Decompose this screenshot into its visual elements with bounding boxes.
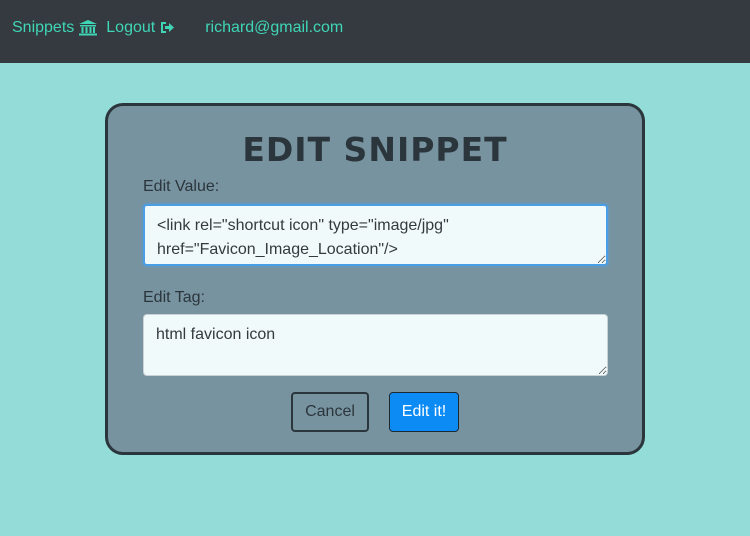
nav-snippets-link[interactable]: Snippets bbox=[12, 18, 98, 37]
edit-snippet-card: EDIT SNIPPET Edit Value: <link rel="shor… bbox=[105, 103, 645, 455]
top-navbar: Snippets Logout richard@gmail.com bbox=[0, 0, 750, 63]
page-title: EDIT SNIPPET bbox=[242, 130, 508, 169]
edit-it-button[interactable]: Edit it! bbox=[389, 392, 459, 432]
edit-tag-label: Edit Tag: bbox=[143, 289, 205, 306]
nav-logout-label: Logout bbox=[106, 18, 156, 36]
edit-value-textarea[interactable]: <link rel="shortcut icon" type="image/jp… bbox=[143, 204, 608, 266]
edit-tag-textarea[interactable]: html favicon icon bbox=[143, 314, 608, 376]
user-email: richard@gmail.com bbox=[205, 18, 344, 36]
nav-logout-link[interactable]: Logout bbox=[106, 19, 175, 37]
bank-icon bbox=[79, 19, 98, 36]
cancel-button[interactable]: Cancel bbox=[291, 392, 369, 432]
edit-value-label: Edit Value: bbox=[143, 178, 220, 195]
nav-snippets-label: Snippets bbox=[12, 18, 75, 36]
sign-out-icon bbox=[160, 21, 175, 34]
